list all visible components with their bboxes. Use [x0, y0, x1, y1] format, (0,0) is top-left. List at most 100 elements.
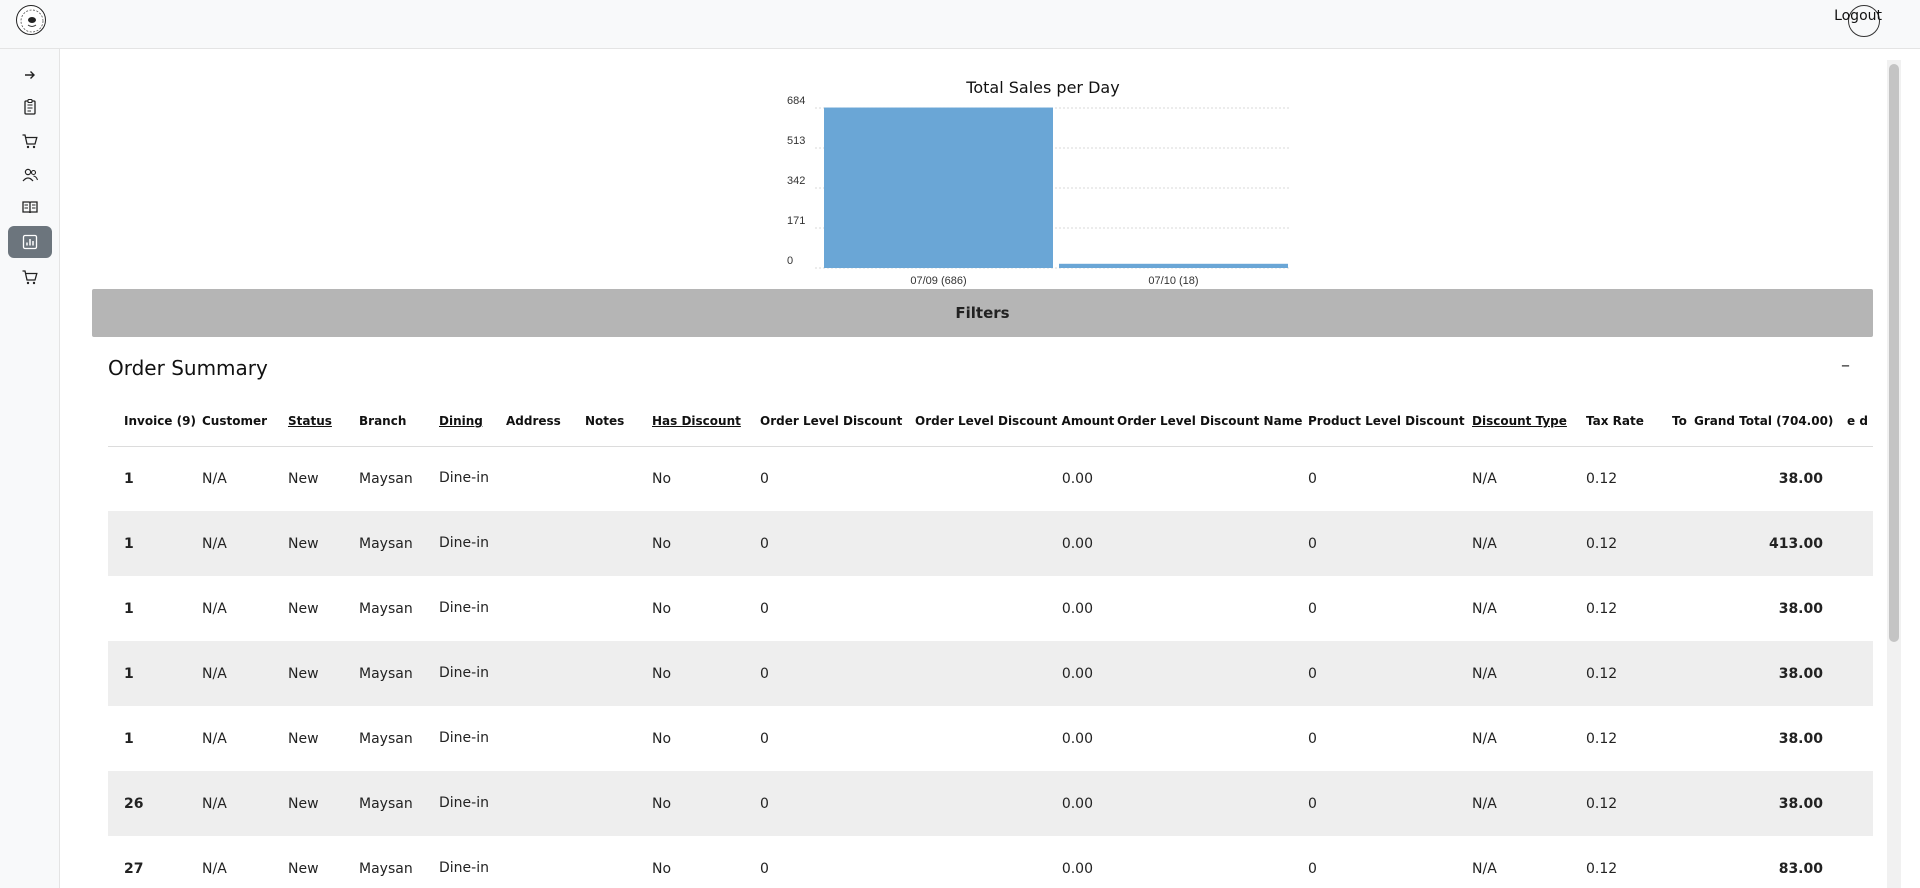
col-tax-rate: Tax Rate: [1586, 396, 1672, 447]
logout-button[interactable]: Logout: [1834, 8, 1882, 24]
cell-has-discount: No: [652, 470, 672, 487]
cell-total: [1672, 641, 1694, 706]
cell-total: [1672, 446, 1694, 511]
cell-dining: Dine-in: [439, 470, 489, 487]
table-row[interactable]: 1 N/A New Maysan Dine-in No 0 0.00 0 N/A 0.12 38.00: [108, 641, 1873, 706]
sidebar-item-menu[interactable]: [8, 191, 52, 223]
sidebar-item-cart[interactable]: [8, 125, 52, 157]
cell-overflow: [1847, 446, 1873, 511]
col-customer: Customer: [202, 396, 288, 447]
cell-status: New: [288, 600, 319, 617]
order-summary-table: Invoice (9) Customer Status Branch Dinin…: [108, 396, 1873, 888]
cell-grand-total: 413.00: [1694, 511, 1847, 576]
col-dining[interactable]: Dining: [439, 396, 506, 447]
cell-grand-total: 38.00: [1778, 730, 1823, 747]
cell-branch: Maysan: [359, 511, 439, 576]
y-tick-label: 513: [787, 135, 805, 147]
sidebar-item-reports[interactable]: [8, 226, 52, 258]
cell-notes: [585, 771, 652, 836]
cell-status: New: [288, 730, 319, 747]
users-icon: [22, 168, 39, 182]
sales-chart: Total Sales per Day 0 171 342 513 684 07/09 (…: [721, 60, 1321, 300]
x-tick-label: 07/09 (686): [910, 275, 966, 287]
table-row[interactable]: 1 N/A New Maysan Dine-in No 0 0.00 0 N/A 0.12 38.00: [108, 706, 1873, 771]
chart-bar-0[interactable]: [824, 107, 1053, 268]
cell-has-discount: No: [652, 511, 760, 576]
col-status[interactable]: Status: [288, 396, 359, 447]
cell-tax-rate: 0.12: [1586, 511, 1672, 576]
cell-total: [1672, 706, 1694, 771]
table-row[interactable]: 27 N/A New Maysan Dine-in No 0 0.00 0 N/A 0.12 83.0…: [108, 836, 1873, 888]
cell-discount-type: N/A: [1472, 860, 1497, 877]
cell-branch: Maysan: [359, 641, 439, 706]
cell-invoice: 1: [124, 730, 134, 747]
sales-bar-chart: 0 171 342 513 684 07/09 (686) 07/10 (18): [787, 95, 1291, 287]
y-tick-label: 0: [787, 255, 793, 267]
cell-grand-total: 38.00: [1778, 470, 1823, 487]
filters-toggle[interactable]: Filters: [92, 289, 1873, 337]
col-address: Address: [506, 396, 585, 447]
cell-invoice: 26: [108, 771, 202, 836]
cell-tax-rate: 0.12: [1586, 641, 1672, 706]
cell-address: [506, 446, 585, 511]
col-has-discount[interactable]: Has Discount: [652, 396, 760, 447]
table-row[interactable]: 1 N/A New Maysan Dine-in No 0 0.00 0 N/A 0.12 413.0…: [108, 511, 1873, 576]
cell-customer: N/A: [202, 600, 227, 617]
table-row[interactable]: 1 N/A New Maysan Dine-in No 0 0.00 0 N/A 0.12 38.00: [108, 446, 1873, 511]
cell-tax-rate: 0.12: [1586, 771, 1672, 836]
cell-discount-type: N/A: [1472, 600, 1497, 617]
cell-customer: N/A: [202, 470, 227, 487]
cell-order-level-discount-name: [1117, 706, 1308, 771]
cell-has-discount: No: [652, 771, 760, 836]
cell-invoice: 1: [124, 470, 134, 487]
cell-order-level-discount: 0: [760, 470, 769, 487]
brand-logo[interactable]: [16, 5, 46, 35]
sidebar-expand-button[interactable]: [8, 59, 52, 91]
cell-order-level-discount-name: [1117, 446, 1308, 511]
table-row[interactable]: 1 N/A New Maysan Dine-in No 0 0.00 0 N/A 0.12 38.00: [108, 576, 1873, 641]
top-bar: Logout: [0, 0, 1920, 49]
col-product-level-discount: Product Level Discount: [1308, 396, 1472, 447]
book-icon: [22, 201, 38, 214]
cell-total: [1672, 836, 1694, 888]
cell-order-level-discount-amount: 0.00: [1061, 470, 1093, 487]
col-branch: Branch: [359, 396, 439, 447]
cell-product-level-discount: 0: [1308, 600, 1317, 617]
col-order-level-discount: Order Level Discount: [760, 396, 915, 447]
sidebar-item-users[interactable]: [8, 159, 52, 191]
cell-invoice: 27: [124, 860, 144, 877]
cell-overflow: [1847, 771, 1873, 836]
table-header-row: Invoice (9) Customer Status Branch Dinin…: [108, 396, 1873, 447]
cell-product-level-discount: 0: [1308, 511, 1472, 576]
cell-total: [1672, 771, 1694, 836]
sidebar-item-cart-2[interactable]: [8, 261, 52, 293]
cell-order-level-discount: 0: [760, 511, 915, 576]
col-invoice[interactable]: Invoice (9): [108, 396, 202, 447]
col-discount-type[interactable]: Discount Type: [1472, 396, 1586, 447]
cell-order-level-discount-name: [1117, 771, 1308, 836]
chart-bar-1[interactable]: [1059, 263, 1288, 268]
scrollbar-thumb[interactable]: [1889, 64, 1899, 642]
cell-has-discount: No: [652, 860, 672, 877]
cell-order-level-discount-amount: 0.00: [1061, 600, 1093, 617]
table-row[interactable]: 26 N/A New Maysan Dine-in No 0 0.00 0 N/A 0.12 38.0…: [108, 771, 1873, 836]
cell-status: New: [288, 641, 359, 706]
cell-status: New: [288, 470, 319, 487]
cell-dining: Dine-in: [439, 771, 506, 836]
cell-notes: [585, 836, 652, 888]
cell-address: [506, 511, 585, 576]
arrow-right-icon: [25, 71, 35, 79]
cart-icon: [22, 134, 38, 149]
vertical-scrollbar[interactable]: [1887, 60, 1901, 888]
cell-order-level-discount-amount: 0.00: [915, 641, 1117, 706]
report-chart-icon: [22, 234, 38, 250]
sidebar-item-orders[interactable]: [8, 91, 52, 123]
cell-dining: Dine-in: [439, 600, 489, 616]
cell-discount-type: N/A: [1472, 470, 1497, 487]
cell-dining: Dine-in: [439, 511, 506, 576]
orders-list-icon: [24, 98, 36, 115]
cell-order-level-discount-name: [1117, 641, 1308, 706]
cell-discount-type: N/A: [1472, 730, 1497, 747]
cell-grand-total: 38.00: [1778, 600, 1823, 617]
collapse-summary-button[interactable]: –: [1841, 355, 1850, 376]
